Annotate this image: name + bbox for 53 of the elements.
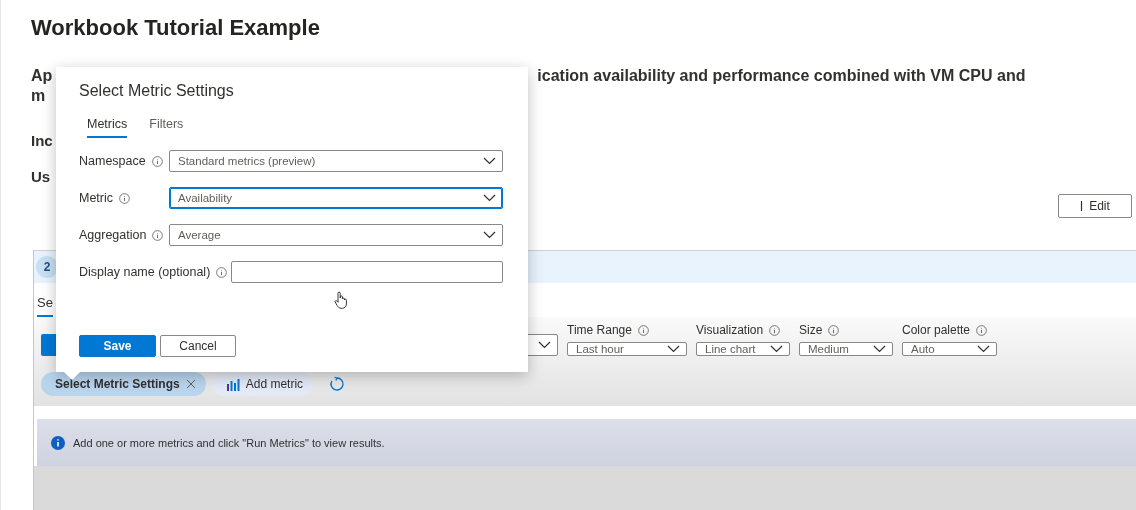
hand-cursor-icon — [334, 291, 348, 309]
info-icon — [152, 229, 164, 241]
chevron-down-icon — [538, 341, 551, 349]
chevron-down-icon — [667, 345, 680, 353]
chevron-down-icon — [483, 231, 496, 239]
chevron-down-icon — [770, 345, 783, 353]
dropdown[interactable]: Line chart — [696, 342, 790, 356]
dropdown[interactable]: Standard metrics (preview) — [169, 150, 503, 172]
save-button[interactable]: Save — [79, 335, 156, 357]
info-icon — [769, 324, 781, 336]
field-label: Display name (optional) — [79, 265, 211, 279]
info-icon — [151, 155, 163, 167]
page-title: Workbook Tutorial Example — [31, 14, 321, 42]
edit-button[interactable]: Edit — [1058, 194, 1132, 218]
section-heading: Inc — [31, 132, 54, 150]
control-label: Color palette — [902, 323, 971, 337]
field-label: Metric — [79, 191, 114, 205]
metric-chip[interactable]: Select Metric Settings — [41, 372, 206, 396]
dropdown[interactable]: Auto — [902, 342, 997, 356]
dialog-tab[interactable]: Metrics — [87, 117, 128, 138]
description-text: Ap — [31, 66, 53, 86]
bar-chart-icon — [225, 377, 240, 391]
refresh-icon[interactable] — [329, 376, 346, 392]
info-icon — [51, 435, 65, 450]
close-icon — [185, 379, 196, 389]
input-field[interactable] — [231, 261, 503, 283]
info-icon — [216, 266, 228, 278]
info-icon — [119, 192, 131, 204]
section-heading: Us — [31, 168, 52, 186]
dialog-title: Select Metric Settings — [79, 81, 235, 101]
step-number: 2 — [36, 256, 58, 278]
dropdown[interactable]: Last hour — [567, 342, 687, 356]
chevron-down-icon — [977, 345, 990, 353]
field-label: Namespace — [79, 154, 146, 168]
dropdown[interactable]: Availability — [169, 187, 503, 209]
info-icon — [637, 324, 649, 336]
info-icon — [828, 324, 840, 336]
control-label: Time Range — [567, 323, 632, 337]
control-label: Visualization — [696, 323, 764, 337]
chevron-down-icon — [873, 345, 886, 353]
dropdown[interactable]: Average — [169, 224, 503, 246]
chevron-down-icon — [483, 157, 496, 165]
field-label: Aggregation — [79, 228, 147, 242]
control-label: Size — [799, 323, 823, 337]
chevron-down-icon — [483, 194, 496, 202]
dialog-tab[interactable]: Filters — [149, 117, 184, 138]
info-message: Add one or more metrics and click "Run Metrics" to view results. — [73, 436, 385, 449]
dropdown[interactable]: Medium — [799, 342, 893, 356]
cancel-button[interactable]: Cancel — [160, 335, 236, 357]
description-text: m — [31, 86, 46, 106]
add-metric-button[interactable]: Add metric — [211, 372, 314, 396]
description-text: ication availability and performance combined with VM CPU and — [537, 66, 1026, 86]
info-icon — [976, 324, 988, 336]
